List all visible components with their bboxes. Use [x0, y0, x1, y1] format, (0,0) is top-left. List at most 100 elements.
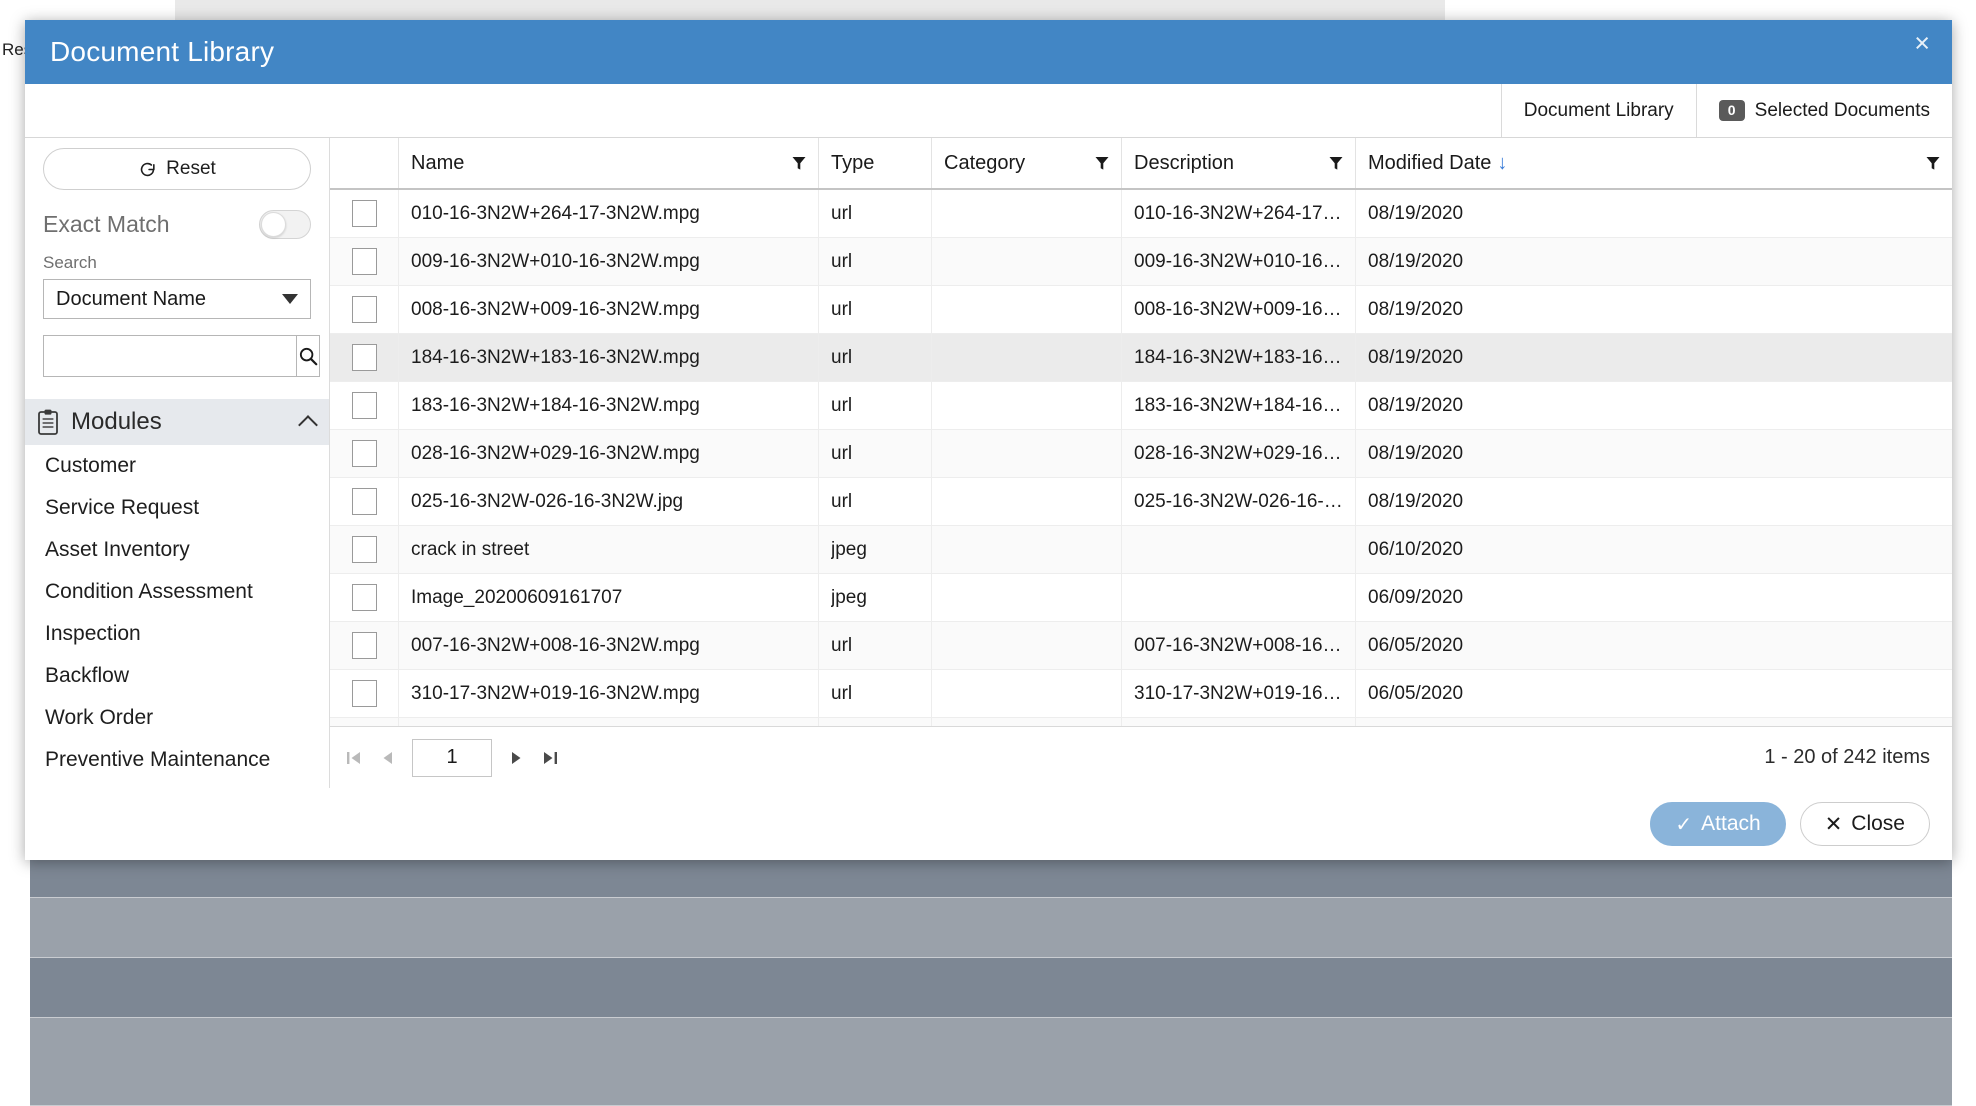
cell-description — [1121, 574, 1355, 621]
cell-description-text: 183-16-3N2W+184-16-3N... — [1134, 395, 1343, 417]
row-checkbox[interactable] — [352, 680, 377, 707]
module-item[interactable]: Asset Inventory — [25, 529, 329, 571]
cell-type: url — [818, 670, 931, 717]
cell-type-text: url — [831, 395, 919, 417]
cell-modified-date: 08/19/2020 — [1355, 334, 1952, 381]
clipboard-icon — [37, 409, 59, 435]
row-select-cell — [330, 622, 398, 669]
cell-name: 008-16-3N2W+009-16-3N2W.mpg — [398, 286, 818, 333]
module-item[interactable]: Condition Assessment — [25, 571, 329, 613]
table-row[interactable]: 009-16-3N2W+010-16-3N2W.mpgurl009-16-3N2… — [330, 238, 1952, 286]
first-page-icon — [344, 748, 364, 768]
pager: 1 - 20 of 242 items — [330, 726, 1952, 788]
row-checkbox[interactable] — [352, 248, 377, 275]
reset-button[interactable]: Reset — [43, 148, 311, 190]
row-select-cell — [330, 574, 398, 621]
filter-icon[interactable] — [792, 156, 806, 171]
modules-section-header[interactable]: Modules — [25, 399, 329, 445]
row-checkbox[interactable] — [352, 536, 377, 563]
previous-page-button[interactable] — [378, 748, 398, 768]
cell-modified-date-text: 08/19/2020 — [1368, 347, 1940, 369]
table-row[interactable]: 008-16-3N2W+009-16-3N2W.mpgurl008-16-3N2… — [330, 286, 1952, 334]
table-row[interactable]: 184-16-3N2W+183-16-3N2W.mpgurl184-16-3N2… — [330, 334, 1952, 382]
table-row[interactable]: 183-16-3N2W+184-16-3N2W.mpg url 183-16-3N2… — [330, 382, 1952, 430]
table-row[interactable]: 310-17-3N2W+019-16-3N2W.mpgurl310-17-3N2… — [330, 670, 1952, 718]
column-header-name[interactable]: Name — [398, 138, 818, 188]
cell-category — [931, 670, 1121, 717]
row-checkbox[interactable] — [352, 296, 377, 323]
column-header-modified-date[interactable]: Modified Date ↓ — [1355, 138, 1952, 188]
module-item[interactable]: Inspection — [25, 613, 329, 655]
cell-description-text: 025-16-3N2W-026-16-3N2... — [1134, 491, 1343, 513]
row-checkbox[interactable] — [352, 344, 377, 371]
module-item[interactable]: Work Order — [25, 697, 329, 739]
module-item[interactable]: Preventive Maintenance — [25, 739, 329, 781]
cell-name-text: Image_20200609161707 — [411, 587, 806, 609]
table-row[interactable]: 025-16-3N2W-026-16-3N2W.jpgurl025-16-3N2… — [330, 478, 1952, 526]
cell-modified-date: 08/19/2020 — [1355, 238, 1952, 285]
column-header-category[interactable]: Category — [931, 138, 1121, 188]
cell-modified-date-text: 06/10/2020 — [1368, 539, 1940, 561]
filter-icon[interactable] — [1926, 156, 1940, 171]
cell-type: url — [818, 238, 931, 285]
row-select-cell — [330, 526, 398, 573]
exact-match-row: Exact Match — [43, 210, 311, 239]
cell-modified-date: 06/05/2020 — [1355, 622, 1952, 669]
column-header-modified-date-label: Modified Date — [1368, 152, 1491, 175]
row-select-cell — [330, 382, 398, 429]
cell-name-text: 183-16-3N2W+184-16-3N2W.mpg — [411, 395, 806, 417]
row-checkbox[interactable] — [352, 440, 377, 467]
filter-icon[interactable] — [1329, 156, 1343, 171]
cell-type: url — [818, 382, 931, 429]
row-checkbox[interactable] — [352, 488, 377, 515]
cell-category — [931, 718, 1121, 726]
row-checkbox[interactable] — [352, 584, 377, 611]
page-number-input[interactable] — [412, 739, 492, 777]
module-item[interactable]: Backflow — [25, 655, 329, 697]
cell-name-text: crack in street — [411, 539, 806, 561]
cell-description: 028-16-3N2W+029-16-3N... — [1121, 430, 1355, 477]
column-header-description[interactable]: Description — [1121, 138, 1355, 188]
module-item[interactable]: Service Request — [25, 487, 329, 529]
tab-document-library-label: Document Library — [1524, 100, 1674, 122]
module-item[interactable]: Projects — [25, 781, 329, 788]
last-page-button[interactable] — [540, 748, 560, 768]
row-checkbox[interactable] — [352, 200, 377, 227]
reset-button-label: Reset — [166, 158, 216, 180]
next-page-button[interactable] — [506, 748, 526, 768]
tab-selected-documents[interactable]: 0 Selected Documents — [1696, 84, 1952, 137]
row-checkbox[interactable] — [352, 392, 377, 419]
table-row[interactable]: 007-16-3N2W+008-16-3N2W.mpgurl007-16-3N2… — [330, 622, 1952, 670]
row-checkbox[interactable] — [352, 632, 377, 659]
dialog-title-bar: Document Library × — [25, 20, 1952, 84]
close-button[interactable]: ✕ Close — [1800, 802, 1930, 846]
grid-body: 010-16-3N2W+264-17-3N2W.mpgurl010-16-3N2… — [330, 190, 1952, 726]
tab-document-library[interactable]: Document Library — [1501, 84, 1696, 137]
filter-icon[interactable] — [1095, 156, 1109, 171]
close-icon[interactable]: × — [1914, 30, 1930, 57]
table-row[interactable]: crack in street jpeg 06/10/2020 — [330, 526, 1952, 574]
table-row[interactable]: Image_20200609161707jpeg06/09/2020 — [330, 574, 1952, 622]
cell-name-text: 009-16-3N2W+010-16-3N2W.mpg — [411, 251, 806, 273]
table-row[interactable]: 010-16-3N2W+264-17-3N2W.mpgurl010-16-3N2… — [330, 190, 1952, 238]
exact-match-toggle[interactable] — [259, 210, 311, 239]
grid-header-row: Name Type Category Description Modified … — [330, 138, 1952, 190]
tab-selected-documents-label: Selected Documents — [1755, 100, 1930, 122]
cell-type-text: url — [831, 299, 919, 321]
dialog-title: Document Library — [50, 36, 274, 68]
search-field-select[interactable]: Document Name — [43, 279, 311, 319]
cell-description-text: 028-16-3N2W+029-16-3N... — [1134, 443, 1343, 465]
cell-type-text: jpeg — [831, 539, 919, 561]
module-item[interactable]: Customer — [25, 445, 329, 487]
cell-description-text: 184-16-3N2W+183-16-3N... — [1134, 347, 1343, 369]
search-field-select-value: Document Name — [56, 288, 206, 311]
column-header-name-label: Name — [411, 152, 792, 175]
search-input[interactable] — [43, 335, 296, 377]
attach-button[interactable]: ✓ Attach — [1650, 802, 1785, 846]
cell-name: 183-16-3N2W+184-16-3N2W.mpg — [398, 382, 818, 429]
search-button[interactable] — [296, 335, 320, 377]
table-row[interactable]: 018-16-3N2W+310-17-3N2W.mpgurl018-16-3N2… — [330, 718, 1952, 726]
first-page-button[interactable] — [344, 748, 364, 768]
column-header-type[interactable]: Type — [818, 138, 931, 188]
table-row[interactable]: 028-16-3N2W+029-16-3N2W.mpgurl028-16-3N2… — [330, 430, 1952, 478]
